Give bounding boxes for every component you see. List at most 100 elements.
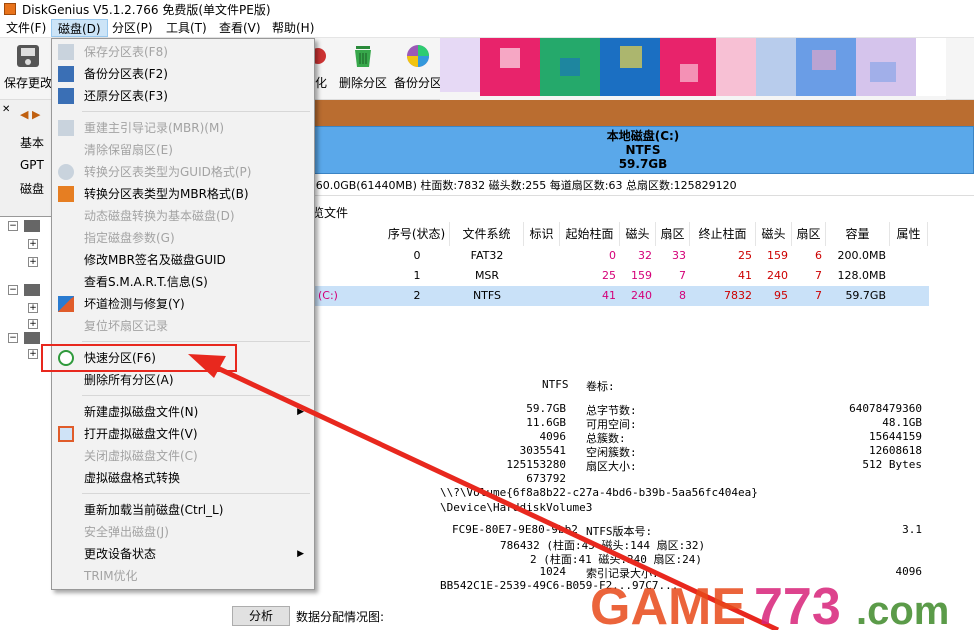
disk-info-line: :60.0GB(61440MB) 柱面数:7832 磁头数:255 每道扇区数:… xyxy=(312,176,974,196)
disk-style-gpt: GPT xyxy=(20,158,44,172)
col-start-sector[interactable]: 扇区 xyxy=(656,222,690,246)
menu-view[interactable]: 查看(V) xyxy=(213,19,267,37)
cell-end-head: 159 xyxy=(767,249,788,262)
wrench-icon xyxy=(58,296,74,312)
svg-text:.com: .com xyxy=(856,589,949,630)
menu-partition[interactable]: 分区(P) xyxy=(106,19,159,37)
watermark-logo: GAME 773 .com xyxy=(590,580,949,630)
menu-item-bad-sector-repair[interactable]: 坏道检测与修复(Y) xyxy=(54,293,312,315)
col-end-sector[interactable]: 扇区 xyxy=(792,222,826,246)
allocation-map-label: 数据分配情况图: xyxy=(296,610,385,624)
nav-arrows-icon[interactable]: ◀ ▶ xyxy=(20,108,40,121)
detail-fs-type: NTFS xyxy=(542,378,569,391)
disk-menu-dropdown: 保存分区表(F8) 备份分区表(F2) 还原分区表(F3) 重建主引导记录(MB… xyxy=(51,38,315,590)
menu-tools[interactable]: 工具(T) xyxy=(160,19,213,37)
menu-item-smart-info[interactable]: 查看S.M.A.R.T.信息(S) xyxy=(54,271,312,293)
format-button-partial[interactable]: 化 xyxy=(313,42,329,96)
menu-item-disk-params[interactable]: 指定磁盘参数(G) xyxy=(54,227,312,249)
detail-total-clusters: 15644159 xyxy=(869,430,922,443)
col-end-head[interactable]: 磁头 xyxy=(756,222,792,246)
format-label: 化 xyxy=(314,76,327,90)
menu-item-convert-mbr[interactable]: 转换分区表类型为MBR格式(B) xyxy=(54,183,312,205)
tree-expander[interactable]: + xyxy=(28,319,38,329)
menu-item-restore-partition-table[interactable]: 还原分区表(F3) xyxy=(54,85,312,107)
menu-item-backup-partition-table[interactable]: 备份分区表(F2) xyxy=(54,63,312,85)
table-row-selected[interactable]: (C:) 2 NTFS 41 240 8 7832 95 7 59.7GB xyxy=(312,286,929,306)
menu-separator xyxy=(82,395,310,396)
col-start-head[interactable]: 磁头 xyxy=(620,222,656,246)
tree-expander[interactable]: − xyxy=(8,333,18,343)
menu-item-rebuild-mbr[interactable]: 重建主引导记录(MBR)(M) xyxy=(54,117,312,139)
restore-table-icon xyxy=(58,88,74,104)
menu-item-mbr-signature[interactable]: 修改MBR签名及磁盘GUID xyxy=(54,249,312,271)
menu-item-convert-virtual-disk[interactable]: 虚拟磁盘格式转换 xyxy=(54,467,312,489)
title-bar: DiskGenius V5.1.2.766 免费版(单文件PE版) xyxy=(0,0,974,18)
menu-item-reset-bad-sectors[interactable]: 复位坏扇区记录 xyxy=(54,315,312,337)
cell-end-cyl: 7832 xyxy=(724,289,752,302)
col-start-cyl[interactable]: 起始柱面 xyxy=(560,222,620,246)
menu-item-trim[interactable]: TRIM优化 xyxy=(54,565,312,587)
menu-file[interactable]: 文件(F) xyxy=(0,19,52,37)
cell-start-cyl: 41 xyxy=(602,289,616,302)
cell-name: (C:) xyxy=(318,289,338,302)
delete-partition-button[interactable]: 删除分区 xyxy=(338,42,388,96)
cell-index: 1 xyxy=(413,269,421,282)
cell-start-head: 159 xyxy=(631,269,652,282)
col-fs[interactable]: 文件系统 xyxy=(450,222,524,246)
menu-item-clear-reserved[interactable]: 清除保留扇区(E) xyxy=(54,139,312,161)
tree-expander[interactable]: + xyxy=(28,257,38,267)
menu-item-change-device-state[interactable]: 更改设备状态 ▶ xyxy=(54,543,312,565)
detail-sectors: 125153280 xyxy=(506,458,566,471)
save-icon xyxy=(17,45,39,67)
detail-index-size: 1024 xyxy=(539,565,567,578)
menu-disk[interactable]: 磁盘(D) xyxy=(51,19,108,37)
save-changes-button[interactable]: 保存更改 xyxy=(4,42,52,96)
cell-index: 0 xyxy=(413,249,421,262)
cell-end-sector: 7 xyxy=(815,269,822,282)
table-row[interactable]: 0 FAT32 0 32 33 25 159 6 200.0MB xyxy=(312,246,929,266)
detail-free: 48.1GB xyxy=(882,416,922,429)
tab-browse-files[interactable]: 览文件 xyxy=(312,204,352,222)
disk-nav-strip: ✕ ◀ ▶ 基本 GPT 磁盘 xyxy=(0,100,52,210)
col-index[interactable]: 序号(状态) xyxy=(384,222,450,246)
menu-item-save-partition-table[interactable]: 保存分区表(F8) xyxy=(54,41,312,63)
col-capacity[interactable]: 容量 xyxy=(826,222,890,246)
col-id[interactable]: 标识 xyxy=(524,222,560,246)
menu-item-reload-disk[interactable]: 重新加载当前磁盘(Ctrl_L) xyxy=(54,499,312,521)
partition-c-block[interactable]: 本地磁盘(C:) NTFS 59.7GB xyxy=(312,126,974,174)
detail-device-path: \Device\HarddiskVolume3 xyxy=(440,501,593,514)
tree-expander[interactable]: + xyxy=(28,349,38,359)
detail-total: 59.7GB xyxy=(526,402,566,415)
menu-item-delete-all-partitions[interactable]: 删除所有分区(A) xyxy=(54,369,312,391)
close-icon[interactable]: ✕ xyxy=(2,104,10,115)
tree-expander[interactable]: − xyxy=(8,221,18,231)
backup-partition-button[interactable]: 备份分区 xyxy=(393,42,443,96)
detail-label-name: 卷标: xyxy=(586,380,615,393)
menu-item-new-virtual-disk[interactable]: 新建虚拟磁盘文件(N) ▶ xyxy=(54,401,312,423)
tree-expander[interactable]: + xyxy=(28,303,38,313)
analyze-button[interactable]: 分析 xyxy=(232,606,290,626)
menu-item-eject-disk[interactable]: 安全弹出磁盘(J) xyxy=(54,521,312,543)
menu-help[interactable]: 帮助(H) xyxy=(266,19,320,37)
menu-item-dynamic-to-basic[interactable]: 动态磁盘转换为基本磁盘(D) xyxy=(54,205,312,227)
svg-text:GAME: GAME xyxy=(590,580,746,630)
disk-tree[interactable]: − + + − + + − + xyxy=(0,216,52,630)
backup-table-icon xyxy=(58,66,74,82)
cell-end-cyl: 25 xyxy=(738,249,752,262)
menu-item-close-virtual-disk[interactable]: 关闭虚拟磁盘文件(C) xyxy=(54,445,312,467)
window-title: DiskGenius V5.1.2.766 免费版(单文件PE版) xyxy=(22,3,271,17)
detail-cluster: 4096 xyxy=(539,430,567,443)
cell-fs: NTFS xyxy=(472,289,502,302)
col-end-cyl[interactable]: 终止柱面 xyxy=(690,222,756,246)
menu-item-convert-gpt[interactable]: 转换分区表类型为GUID格式(P) xyxy=(54,161,312,183)
cell-fs: MSR xyxy=(474,269,500,282)
col-attr[interactable]: 属性 xyxy=(890,222,928,246)
format-icon xyxy=(314,48,326,64)
tree-expander[interactable]: + xyxy=(28,239,38,249)
menu-item-open-virtual-disk[interactable]: 打开虚拟磁盘文件(V) xyxy=(54,423,312,445)
menu-bar: 文件(F) 磁盘(D) 分区(P) 工具(T) 查看(V) 帮助(H) xyxy=(0,18,974,38)
cell-start-cyl: 25 xyxy=(602,269,616,282)
detail-used-clusters: 3035541 xyxy=(519,444,566,457)
table-row[interactable]: 1 MSR 25 159 7 41 240 7 128.0MB xyxy=(312,266,929,286)
tree-expander[interactable]: − xyxy=(8,285,18,295)
